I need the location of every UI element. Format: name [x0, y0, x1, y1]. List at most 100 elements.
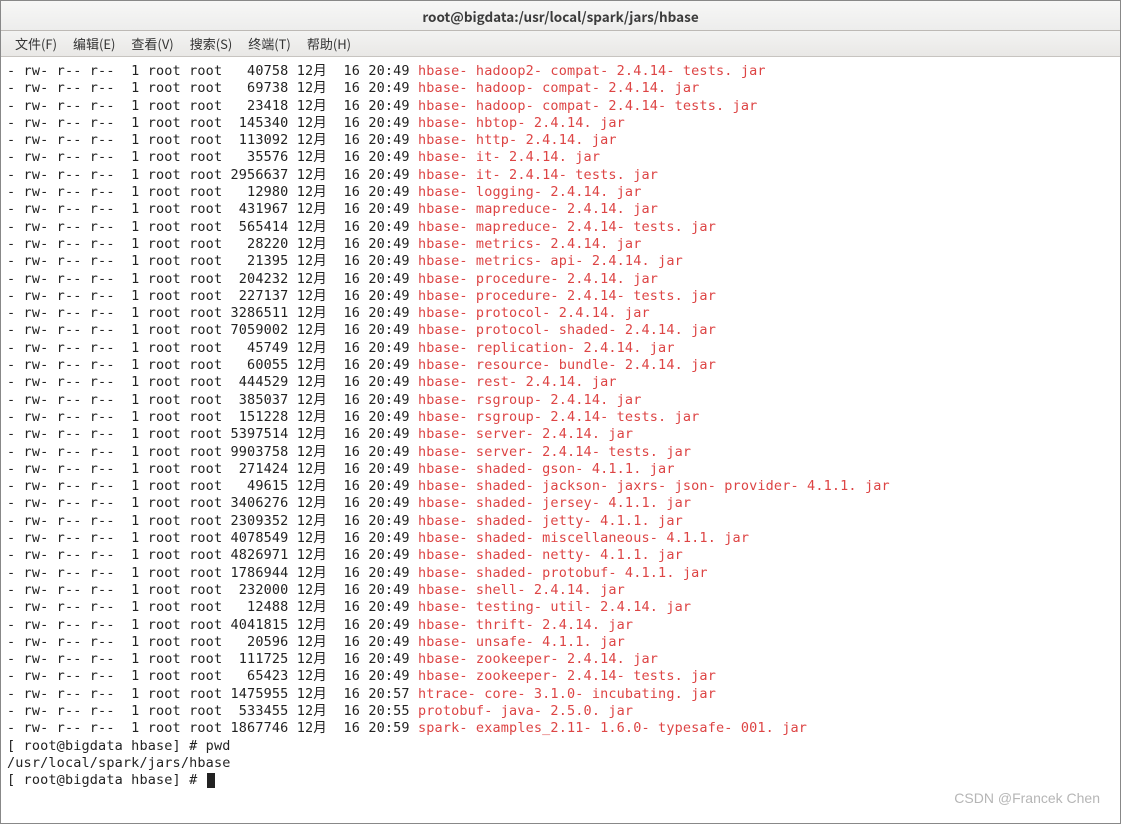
ls-row-attrs: - rw- r-- r-- 1 root root 35576 12月 16 2…: [7, 149, 418, 165]
ls-row: - rw- r-- r-- 1 root root 65423 12月 16 2…: [7, 668, 1114, 685]
prompt-line-pwd: [ root@bigdata hbase] # pwd: [7, 738, 1114, 755]
menu-file[interactable]: 文件(F): [9, 32, 63, 55]
ls-row-filename: hbase- shaded- protobuf- 4.1.1. jar: [418, 565, 708, 581]
cursor-icon: [207, 773, 215, 788]
ls-row: - rw- r-- r-- 1 root root 4078549 12月 16…: [7, 530, 1114, 547]
ls-row-attrs: - rw- r-- r-- 1 root root 111725 12月 16 …: [7, 651, 418, 667]
ls-row: - rw- r-- r-- 1 root root 2309352 12月 16…: [7, 513, 1114, 530]
ls-row-attrs: - rw- r-- r-- 1 root root 2309352 12月 16…: [7, 513, 418, 529]
ls-row-attrs: - rw- r-- r-- 1 root root 12488 12月 16 2…: [7, 599, 418, 615]
window-title: root@bigdata:/usr/local/spark/jars/hbase: [422, 6, 698, 26]
ls-row-attrs: - rw- r-- r-- 1 root root 1867746 12月 16…: [7, 720, 418, 736]
ls-row-filename: hbase- mapreduce- 2.4.14- tests. jar: [418, 219, 716, 235]
ls-row-filename: hbase- shell- 2.4.14. jar: [418, 582, 625, 598]
ls-row-attrs: - rw- r-- r-- 1 root root 151228 12月 16 …: [7, 409, 418, 425]
ls-row-attrs: - rw- r-- r-- 1 root root 9903758 12月 16…: [7, 444, 418, 460]
ls-row-filename: hbase- resource- bundle- 2.4.14. jar: [418, 357, 716, 373]
ls-row: - rw- r-- r-- 1 root root 3286511 12月 16…: [7, 305, 1114, 322]
ls-row: - rw- r-- r-- 1 root root 2956637 12月 16…: [7, 167, 1114, 184]
ls-row-attrs: - rw- r-- r-- 1 root root 40758 12月 16 2…: [7, 63, 418, 79]
ls-row-filename: hbase- it- 2.4.14- tests. jar: [418, 167, 658, 183]
ls-row-filename: hbase- server- 2.4.14- tests. jar: [418, 444, 691, 460]
ls-row-filename: hbase- hbtop- 2.4.14. jar: [418, 115, 625, 131]
ls-row: - rw- r-- r-- 1 root root 35576 12月 16 2…: [7, 149, 1114, 166]
ls-row: - rw- r-- r-- 1 root root 9903758 12月 16…: [7, 444, 1114, 461]
ls-row-attrs: - rw- r-- r-- 1 root root 3406276 12月 16…: [7, 495, 418, 511]
ls-row: - rw- r-- r-- 1 root root 40758 12月 16 2…: [7, 63, 1114, 80]
ls-row-attrs: - rw- r-- r-- 1 root root 145340 12月 16 …: [7, 115, 418, 131]
ls-row: - rw- r-- r-- 1 root root 204232 12月 16 …: [7, 271, 1114, 288]
ls-row-filename: hbase- unsafe- 4.1.1. jar: [418, 634, 625, 650]
ls-row-attrs: - rw- r-- r-- 1 root root 21395 12月 16 2…: [7, 253, 418, 269]
ls-row-filename: hbase- rest- 2.4.14. jar: [418, 374, 617, 390]
menubar: 文件(F) 编辑(E) 查看(V) 搜索(S) 终端(T) 帮助(H): [1, 31, 1120, 57]
ls-row-filename: hbase- shaded- jetty- 4.1.1. jar: [418, 513, 683, 529]
ls-row-filename: hbase- http- 2.4.14. jar: [418, 132, 617, 148]
ls-row: - rw- r-- r-- 1 root root 232000 12月 16 …: [7, 582, 1114, 599]
ls-row-filename: hbase- rsgroup- 2.4.14. jar: [418, 392, 642, 408]
ls-row-filename: hbase- server- 2.4.14. jar: [418, 426, 633, 442]
ls-row: - rw- r-- r-- 1 root root 1786944 12月 16…: [7, 565, 1114, 582]
ls-row: - rw- r-- r-- 1 root root 7059002 12月 16…: [7, 322, 1114, 339]
ls-row-attrs: - rw- r-- r-- 1 root root 1786944 12月 16…: [7, 565, 418, 581]
ls-row-filename: hbase- thrift- 2.4.14. jar: [418, 617, 633, 633]
prompt-line-active[interactable]: [ root@bigdata hbase] #: [7, 772, 1114, 789]
ls-row: - rw- r-- r-- 1 root root 533455 12月 16 …: [7, 703, 1114, 720]
ls-row-filename: hbase- metrics- api- 2.4.14. jar: [418, 253, 683, 269]
ls-row: - rw- r-- r-- 1 root root 1475955 12月 16…: [7, 686, 1114, 703]
ls-row: - rw- r-- r-- 1 root root 60055 12月 16 2…: [7, 357, 1114, 374]
ls-row-filename: htrace- core- 3.1.0- incubating. jar: [418, 686, 716, 702]
ls-row-filename: hbase- protocol- shaded- 2.4.14. jar: [418, 322, 716, 338]
ls-row: - rw- r-- r-- 1 root root 69738 12月 16 2…: [7, 80, 1114, 97]
menu-terminal[interactable]: 终端(T): [242, 32, 297, 55]
ls-row: - rw- r-- r-- 1 root root 3406276 12月 16…: [7, 495, 1114, 512]
ls-row: - rw- r-- r-- 1 root root 271424 12月 16 …: [7, 461, 1114, 478]
ls-row: - rw- r-- r-- 1 root root 20596 12月 16 2…: [7, 634, 1114, 651]
ls-row: - rw- r-- r-- 1 root root 12980 12月 16 2…: [7, 184, 1114, 201]
ls-row-attrs: - rw- r-- r-- 1 root root 204232 12月 16 …: [7, 271, 418, 287]
menu-help[interactable]: 帮助(H): [301, 32, 357, 55]
ls-row-attrs: - rw- r-- r-- 1 root root 20596 12月 16 2…: [7, 634, 418, 650]
ls-row: - rw- r-- r-- 1 root root 444529 12月 16 …: [7, 374, 1114, 391]
ls-row-filename: hbase- shaded- gson- 4.1.1. jar: [418, 461, 675, 477]
ls-row-filename: hbase- shaded- jersey- 4.1.1. jar: [418, 495, 691, 511]
ls-row-filename: hbase- shaded- miscellaneous- 4.1.1. jar: [418, 530, 749, 546]
ls-row-attrs: - rw- r-- r-- 1 root root 385037 12月 16 …: [7, 392, 418, 408]
ls-row-attrs: - rw- r-- r-- 1 root root 2956637 12月 16…: [7, 167, 418, 183]
ls-row: - rw- r-- r-- 1 root root 21395 12月 16 2…: [7, 253, 1114, 270]
ls-row-filename: hbase- zookeeper- 2.4.14- tests. jar: [418, 668, 716, 684]
ls-row: - rw- r-- r-- 1 root root 151228 12月 16 …: [7, 409, 1114, 426]
ls-row-attrs: - rw- r-- r-- 1 root root 3286511 12月 16…: [7, 305, 418, 321]
ls-row-filename: hbase- procedure- 2.4.14- tests. jar: [418, 288, 716, 304]
ls-row-attrs: - rw- r-- r-- 1 root root 28220 12月 16 2…: [7, 236, 418, 252]
ls-row: - rw- r-- r-- 1 root root 4041815 12月 16…: [7, 617, 1114, 634]
ls-row-filename: hbase- logging- 2.4.14. jar: [418, 184, 642, 200]
menu-edit[interactable]: 编辑(E): [67, 32, 121, 55]
ls-row-filename: hbase- shaded- netty- 4.1.1. jar: [418, 547, 683, 563]
ls-row: - rw- r-- r-- 1 root root 113092 12月 16 …: [7, 132, 1114, 149]
terminal-output[interactable]: - rw- r-- r-- 1 root root 40758 12月 16 2…: [1, 57, 1120, 793]
ls-row-filename: hbase- protocol- 2.4.14. jar: [418, 305, 650, 321]
ls-row-attrs: - rw- r-- r-- 1 root root 65423 12月 16 2…: [7, 668, 418, 684]
ls-row-attrs: - rw- r-- r-- 1 root root 4078549 12月 16…: [7, 530, 418, 546]
ls-row-attrs: - rw- r-- r-- 1 root root 23418 12月 16 2…: [7, 98, 418, 114]
ls-row-filename: hbase- rsgroup- 2.4.14- tests. jar: [418, 409, 699, 425]
ls-row-attrs: - rw- r-- r-- 1 root root 1475955 12月 16…: [7, 686, 418, 702]
menu-search[interactable]: 搜索(S): [184, 32, 239, 55]
ls-row-attrs: - rw- r-- r-- 1 root root 4041815 12月 16…: [7, 617, 418, 633]
ls-row-attrs: - rw- r-- r-- 1 root root 232000 12月 16 …: [7, 582, 418, 598]
window-titlebar[interactable]: root@bigdata:/usr/local/spark/jars/hbase: [1, 1, 1120, 31]
ls-row-attrs: - rw- r-- r-- 1 root root 227137 12月 16 …: [7, 288, 418, 304]
ls-row-filename: hbase- procedure- 2.4.14. jar: [418, 271, 658, 287]
ls-row: - rw- r-- r-- 1 root root 111725 12月 16 …: [7, 651, 1114, 668]
ls-row-filename: hbase- replication- 2.4.14. jar: [418, 340, 675, 356]
menu-view[interactable]: 查看(V): [125, 32, 179, 55]
ls-row: - rw- r-- r-- 1 root root 23418 12月 16 2…: [7, 98, 1114, 115]
ls-row-attrs: - rw- r-- r-- 1 root root 533455 12月 16 …: [7, 703, 418, 719]
ls-row-attrs: - rw- r-- r-- 1 root root 12980 12月 16 2…: [7, 184, 418, 200]
ls-row-filename: hbase- it- 2.4.14. jar: [418, 149, 600, 165]
ls-row-attrs: - rw- r-- r-- 1 root root 271424 12月 16 …: [7, 461, 418, 477]
ls-row-attrs: - rw- r-- r-- 1 root root 4826971 12月 16…: [7, 547, 418, 563]
ls-row: - rw- r-- r-- 1 root root 227137 12月 16 …: [7, 288, 1114, 305]
ls-row-filename: hbase- hadoop2- compat- 2.4.14- tests. j…: [418, 63, 766, 79]
